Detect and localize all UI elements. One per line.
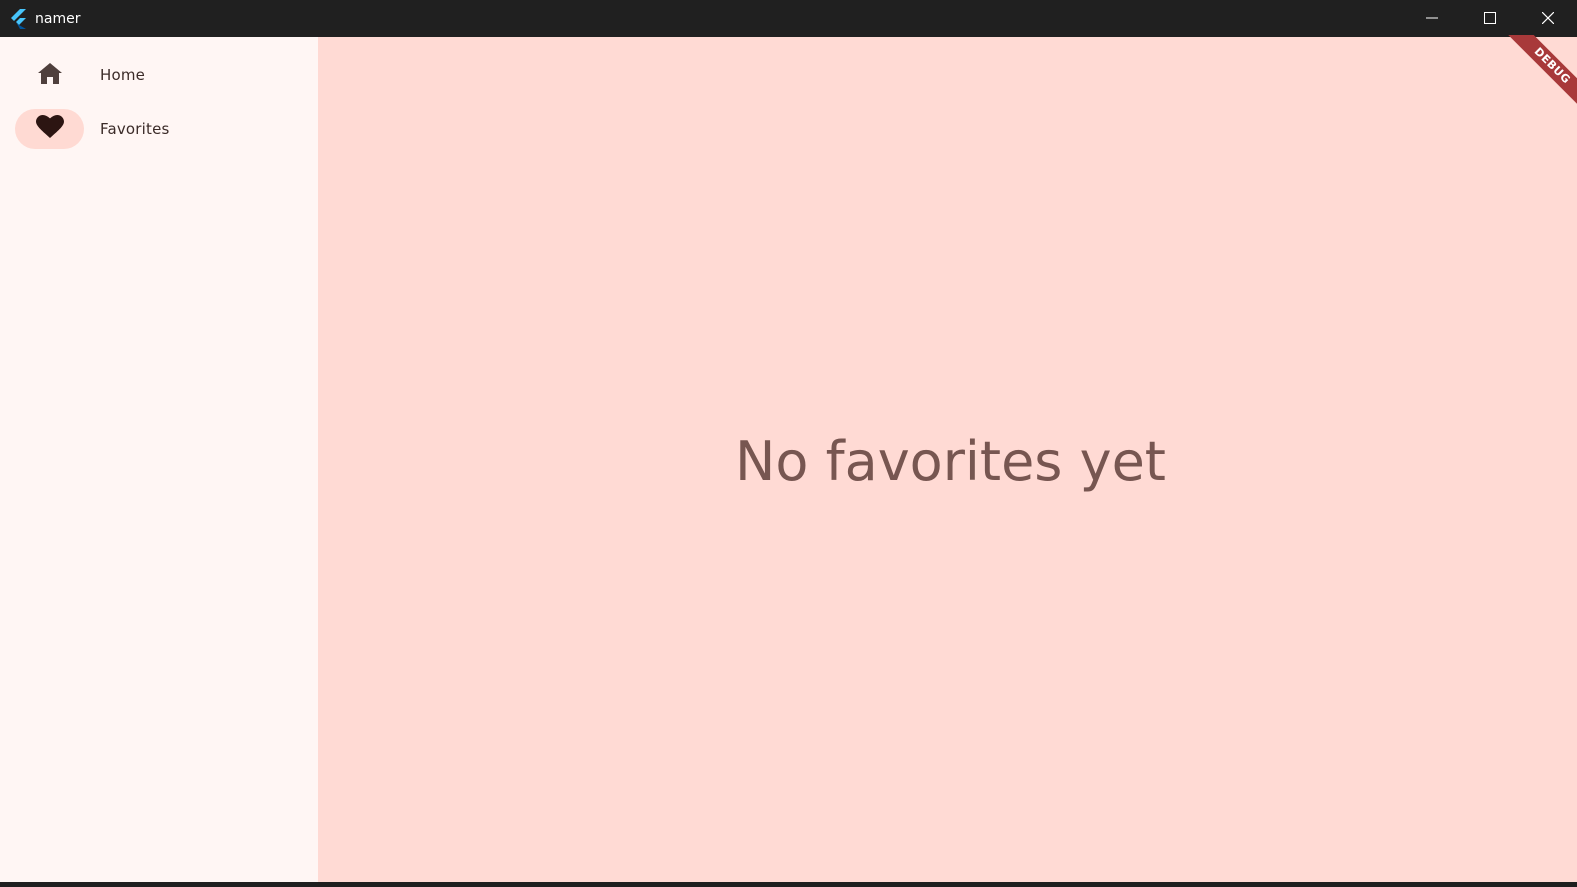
nav-item-favorites[interactable]: Favorites: [15, 109, 295, 149]
window-title: namer: [35, 10, 81, 27]
close-button[interactable]: [1519, 0, 1577, 37]
window-bottom-edge: [0, 882, 1577, 887]
empty-favorites-message: No favorites yet: [735, 430, 1166, 493]
nav-label-favorites: Favorites: [100, 120, 170, 138]
favorites-page: No favorites yet DEBUG: [318, 35, 1577, 882]
window-controls: [1403, 0, 1577, 37]
debug-banner-label: DEBUG: [1499, 35, 1577, 119]
maximize-icon: [1484, 9, 1496, 28]
nav-indicator-home: [15, 55, 84, 95]
maximize-button[interactable]: [1461, 0, 1519, 37]
debug-banner: DEBUG: [1477, 35, 1577, 145]
app-window: namer Home Favorites No favorites yet DE…: [0, 0, 1577, 887]
home-icon: [37, 61, 63, 89]
nav-label-home: Home: [100, 66, 146, 84]
nav-item-home[interactable]: Home: [15, 55, 295, 95]
minimize-button[interactable]: [1403, 0, 1461, 37]
close-icon: [1541, 9, 1555, 28]
flutter-logo-icon: [10, 8, 28, 29]
heart-icon: [35, 115, 64, 143]
minimize-icon: [1426, 9, 1438, 28]
title-bar[interactable]: namer: [0, 0, 1577, 37]
app-content: Home Favorites No favorites yet DEBUG: [0, 35, 1577, 887]
nav-indicator-favorites: [15, 109, 84, 149]
navigation-rail: Home Favorites: [0, 37, 318, 882]
